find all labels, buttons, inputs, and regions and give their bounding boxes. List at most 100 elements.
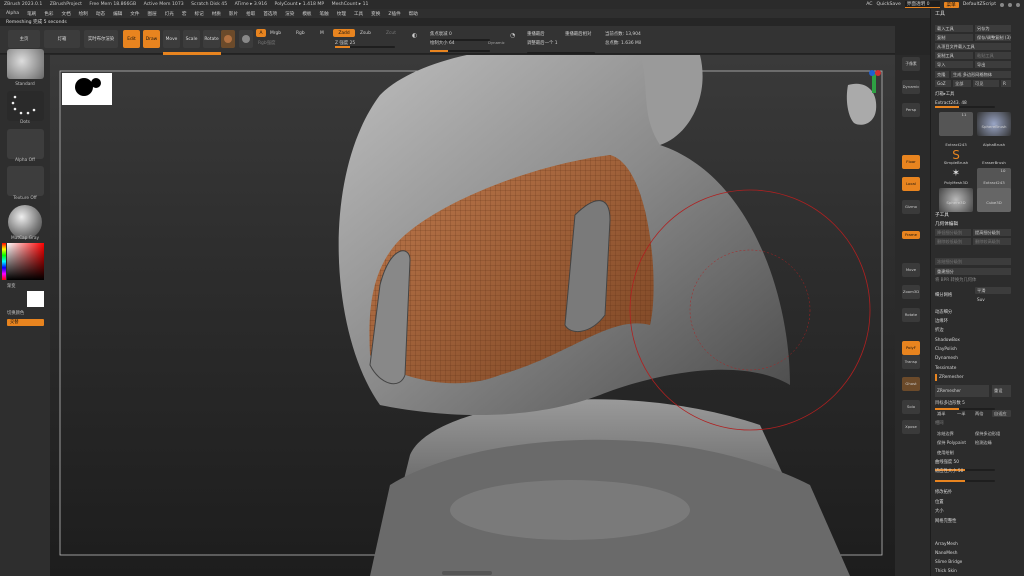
replay-last-button[interactable]: 重播最后 (527, 31, 545, 37)
quicksave-button[interactable]: QuickSave (877, 2, 901, 7)
arraymesh-section[interactable]: ArrayMesh (935, 541, 1015, 548)
hue-bar[interactable] (2, 243, 6, 280)
edit-button[interactable]: Edit (123, 30, 140, 48)
dynamesh-section[interactable]: Dynamesh (935, 355, 1015, 362)
lightbox-tools-button[interactable]: 灯箱▸工具 (935, 91, 1015, 98)
menu-item[interactable]: 绘制 (79, 11, 88, 17)
alternate-button[interactable]: 交替 (7, 319, 44, 326)
crease-section[interactable]: 折边 (935, 327, 1015, 334)
menu-item[interactable]: 图层 (147, 11, 156, 17)
menu-item[interactable]: 文件 (130, 11, 139, 17)
bottom-shelf-handle[interactable] (442, 571, 492, 575)
switch-color-button[interactable]: 切换颜色 (0, 310, 50, 316)
del-lower-button[interactable]: 删除较低级别 (935, 238, 971, 245)
menu-item[interactable]: 编辑 (113, 11, 122, 17)
dynamic-toggle[interactable]: Dynamic (488, 40, 505, 45)
save-as-button[interactable]: 另存为 (975, 25, 1011, 32)
size-section[interactable]: 大小 (935, 508, 1015, 515)
dynamic-subdiv-section[interactable]: 动态细分 (935, 309, 1015, 316)
menu-item[interactable]: 色彩 (44, 11, 53, 17)
transp-button[interactable]: Transp (902, 355, 920, 369)
make-polymesh-button[interactable]: 生成 多边形网格物体 (951, 71, 1011, 78)
nanomesh-section[interactable]: NanoMesh (935, 550, 1015, 557)
menu-item[interactable]: 渲染 (285, 11, 294, 17)
all-button[interactable]: 全部 (953, 80, 971, 87)
paste-tool-button[interactable]: 粘贴工具 (975, 52, 1011, 59)
adjust-last-slider[interactable]: 调整最后一个 1 (527, 40, 558, 46)
replay-rel-button[interactable]: 重播最后相对 (565, 31, 591, 37)
menu-item[interactable]: 变换 (371, 11, 380, 17)
menu-item[interactable]: 文档 (61, 11, 70, 17)
menu-item[interactable]: 帮助 (409, 11, 418, 17)
tool-count-slider[interactable] (935, 106, 995, 108)
z-intensity-slider[interactable] (335, 46, 395, 48)
color-picker[interactable] (7, 243, 44, 280)
local-button[interactable]: Local (902, 177, 920, 191)
rgb-toggle[interactable]: Rgb (296, 31, 305, 36)
menu-item[interactable]: 标记 (195, 11, 204, 17)
import-from-project-button[interactable]: 从项目文件载入工具 (935, 43, 1011, 50)
del-higher-button[interactable]: 删除较高级别 (973, 238, 1011, 245)
xpose-button[interactable]: Xpose (902, 420, 920, 434)
rotate-view-button[interactable]: Rotate (902, 308, 920, 322)
adjust-last-track[interactable] (527, 52, 595, 54)
tessimate-section[interactable]: Tessimate (935, 365, 1015, 372)
stroke-button[interactable] (7, 91, 44, 121)
suv-toggle[interactable]: Suv (975, 296, 991, 303)
import-button[interactable]: 导入 (935, 61, 973, 68)
close-icon[interactable] (1016, 2, 1020, 7)
material-button[interactable] (8, 205, 42, 239)
goz-button[interactable]: GoZ (935, 80, 951, 87)
same-button[interactable]: 一半 (955, 410, 973, 417)
gizmo-button[interactable]: Gizmo (902, 200, 920, 214)
export-button[interactable]: 导出 (975, 61, 1011, 68)
menu-item[interactable]: 纹理 (337, 11, 346, 17)
live-boolean-button[interactable]: 实时布尔渲染 (84, 30, 118, 48)
menu-item[interactable]: 工具 (354, 11, 363, 17)
menu-item[interactable]: 动态 (96, 11, 105, 17)
geometry-section[interactable]: 几何体编辑 (935, 221, 1015, 227)
detect-edges-toggle[interactable]: 检测边缘 (973, 439, 1011, 446)
zremesher-button[interactable]: ZRemesher (935, 385, 989, 397)
transparency-slider[interactable]: 界面透明 0 (904, 1, 940, 8)
lightbox-button[interactable]: 灯箱 (44, 30, 80, 48)
higher-res-button[interactable]: 提高细分级别 (973, 229, 1011, 236)
convert-bpr-button[interactable]: 将 BPR 转换为几何体 (935, 277, 1015, 284)
menu-button[interactable]: 菜单 (943, 1, 959, 8)
a-toggle[interactable]: A (256, 29, 266, 37)
slime-bridge-section[interactable]: Slime Bridge (935, 559, 1015, 566)
keep-polypaint-toggle[interactable]: 保持 Polypaint (935, 439, 971, 446)
paste-button[interactable]: 保存/调整复制 (3) (975, 34, 1011, 41)
zremesher-legacy-button[interactable]: 重设 (992, 385, 1011, 397)
menu-item[interactable]: 拾取 (246, 11, 255, 17)
material-swatch[interactable] (221, 30, 235, 48)
claypolish-section[interactable]: ClayPolish (935, 346, 1015, 353)
draw-size-slider[interactable] (430, 50, 490, 52)
lower-res-button[interactable]: 降低细分级别 (935, 229, 971, 236)
brush-button[interactable] (7, 49, 44, 79)
adaptive-size-slider[interactable] (935, 480, 995, 482)
minimize-icon[interactable] (1000, 2, 1004, 7)
menu-item[interactable]: 材质 (212, 11, 221, 17)
freeze-subdiv-button[interactable]: 冻结细分级别 (935, 258, 1011, 265)
modify-topology-section[interactable]: 修改拓扑 (935, 489, 1015, 496)
zremesher-section[interactable]: ZRemesher (935, 374, 1015, 381)
move-button[interactable]: Move (163, 30, 180, 48)
mrgb-toggle[interactable]: Mrgb (270, 31, 281, 36)
half-button[interactable]: 减半 (935, 410, 955, 417)
position-section[interactable]: 位置 (935, 499, 1015, 506)
zadd-toggle[interactable]: Zadd (333, 29, 355, 37)
copy-button[interactable]: 复制 (935, 34, 973, 41)
adapt-toggle[interactable]: 自适应 (992, 410, 1011, 417)
load-tool-button[interactable]: 载入工具 (935, 25, 973, 32)
subtool-section[interactable]: 子工具 (935, 212, 1015, 218)
visible-button[interactable]: 可见 (973, 80, 999, 87)
move-view-button[interactable]: Move (902, 263, 920, 277)
menu-item[interactable]: 笔刷 (27, 11, 36, 17)
draw-button[interactable]: Draw (143, 30, 160, 48)
freeze-border-toggle[interactable]: 冻结边界 (935, 430, 971, 437)
menu-item[interactable]: 灯光 (165, 11, 174, 17)
double-button[interactable]: 两倍 (973, 410, 991, 417)
zoom3d-button[interactable]: Zoom3D (902, 285, 920, 299)
menu-item[interactable]: 首选项 (263, 11, 277, 17)
